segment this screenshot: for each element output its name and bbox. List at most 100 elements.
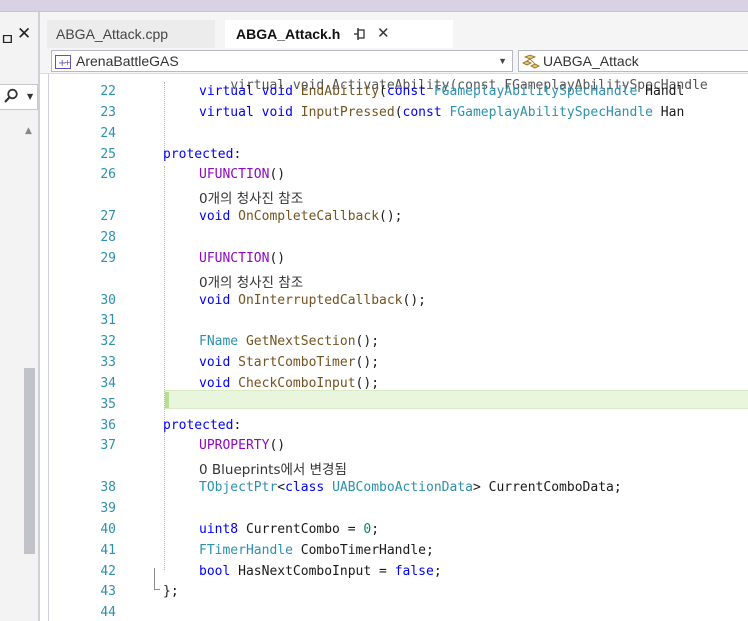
code-token: const [402,105,442,120]
code-token: CurrentCombo = [238,522,364,537]
search-options-chevron-icon[interactable]: ▼ [27,92,33,101]
code-editor[interactable]: virtual void ActivateAbility(const FGame… [40,74,748,621]
code-line: void StartComboTimer(); [199,355,379,370]
code-token: class [285,480,325,495]
code-line: }; [163,584,179,599]
code-token: void [261,105,293,120]
editor-left-edge [48,74,49,621]
chevron-down-icon[interactable]: ▼ [498,51,507,71]
line-number: 34 [100,376,116,391]
code-token: ( [394,105,403,120]
code-line: protected: [163,147,241,162]
code-line: FName GetNextSection(); [199,334,379,349]
code-token: : [233,147,242,162]
line-number: 39 [100,501,116,516]
line-number: 33 [100,355,116,370]
codelens-reference[interactable]: 0개의 청사진 참조 [199,187,303,207]
line-number: 24 [100,126,116,141]
current-line-highlight [164,390,748,409]
code-line: uint8 CurrentCombo = 0; [199,522,379,537]
code-token: (); [355,334,380,349]
window-title-strip [0,0,748,12]
panel-scrollbar-thumb[interactable] [24,368,35,554]
code-token: FTimerHandle [199,543,293,558]
code-token: void [199,209,231,224]
scroll-up-icon[interactable]: ▲ [25,126,32,136]
code-line: UPROPERTY() [199,438,285,453]
code-line: void OnInterruptedCallback(); [199,293,426,308]
code-token: const [386,84,427,99]
code-token: }; [163,584,179,599]
change-indicator [165,392,169,408]
line-number: 35 [100,397,116,412]
code-token: false [394,564,434,579]
line-number: 43 [100,584,116,599]
code-token: FGameplayAbilitySpecHandle [433,84,638,99]
line-number: 41 [100,543,116,558]
code-token: Handl [637,84,685,99]
tab-abga-attack-h[interactable]: ABGA_Attack.h ✕ [225,20,453,48]
code-token: () [269,251,286,266]
line-number: 44 [100,605,116,620]
code-token: (); [402,293,426,308]
code-token: void [199,376,231,391]
close-tab-icon[interactable]: ✕ [377,20,390,48]
code-token: UPROPERTY [199,438,270,453]
line-number: 31 [100,313,116,328]
project-dropdown[interactable]: + + ArenaBattleGAS ▼ [51,50,513,72]
code-token: OnCompleteCallback [238,209,380,224]
navigation-bar: + + ArenaBattleGAS ▼ UABGA_Attack [40,48,748,74]
panel-search-box[interactable]: ▼ [0,84,38,110]
symbol-dropdown[interactable]: UABGA_Attack [518,50,748,72]
code-token: > CurrentComboData; [472,480,622,495]
code-line: bool HasNextComboInput = false; [199,564,442,579]
code-token: HasNextComboInput = [230,564,395,579]
line-number: 26 [100,167,116,182]
code-token: () [269,438,286,453]
line-number: 40 [100,522,116,537]
tab-label: ABGA_Attack.cpp [56,26,169,42]
line-number: 23 [100,105,116,120]
line-number: 42 [100,564,116,579]
code-token: EndAbility [300,84,380,99]
document-tab-bar: ABGA_Attack.cpp ABGA_Attack.h ✕ [40,12,748,48]
codelens-reference[interactable]: 0개의 청사진 참조 [199,271,303,291]
codelens-reference[interactable]: 0 Blueprints에서 변경됨 [199,458,347,478]
code-line: void CheckComboInput(); [199,376,379,391]
project-icon: + + [55,54,71,69]
symbol-name: UABGA_Attack [543,53,639,69]
code-token: UFUNCTION [199,167,270,182]
code-token: StartComboTimer [238,355,356,370]
search-icon[interactable] [3,88,19,108]
line-number: 37 [100,438,116,453]
code-token: ( [379,84,387,99]
line-number: 32 [100,334,116,349]
panel-title: ㅁ [0,30,15,49]
code-token: UFUNCTION [199,251,270,266]
indent-guide [164,166,165,422]
line-number: 22 [100,84,116,99]
line-number: 29 [100,251,116,266]
code-line: protected: [163,418,241,433]
code-line: FTimerHandle ComboTimerHandle; [199,543,434,558]
code-token: () [269,167,286,182]
code-token: UABComboActionData [332,480,473,495]
code-token: protected [163,147,234,162]
code-token: InputPressed [300,105,395,120]
code-line: virtual void EndAbility(const FGameplayA… [199,84,684,99]
panel-close-icon[interactable]: ✕ [17,24,31,44]
project-name: ArenaBattleGAS [76,53,179,69]
code-token: : [233,418,242,433]
indent-guide [164,432,165,570]
tab-abga-attack-cpp[interactable]: ABGA_Attack.cpp [47,20,215,48]
line-number: 25 [100,147,116,162]
